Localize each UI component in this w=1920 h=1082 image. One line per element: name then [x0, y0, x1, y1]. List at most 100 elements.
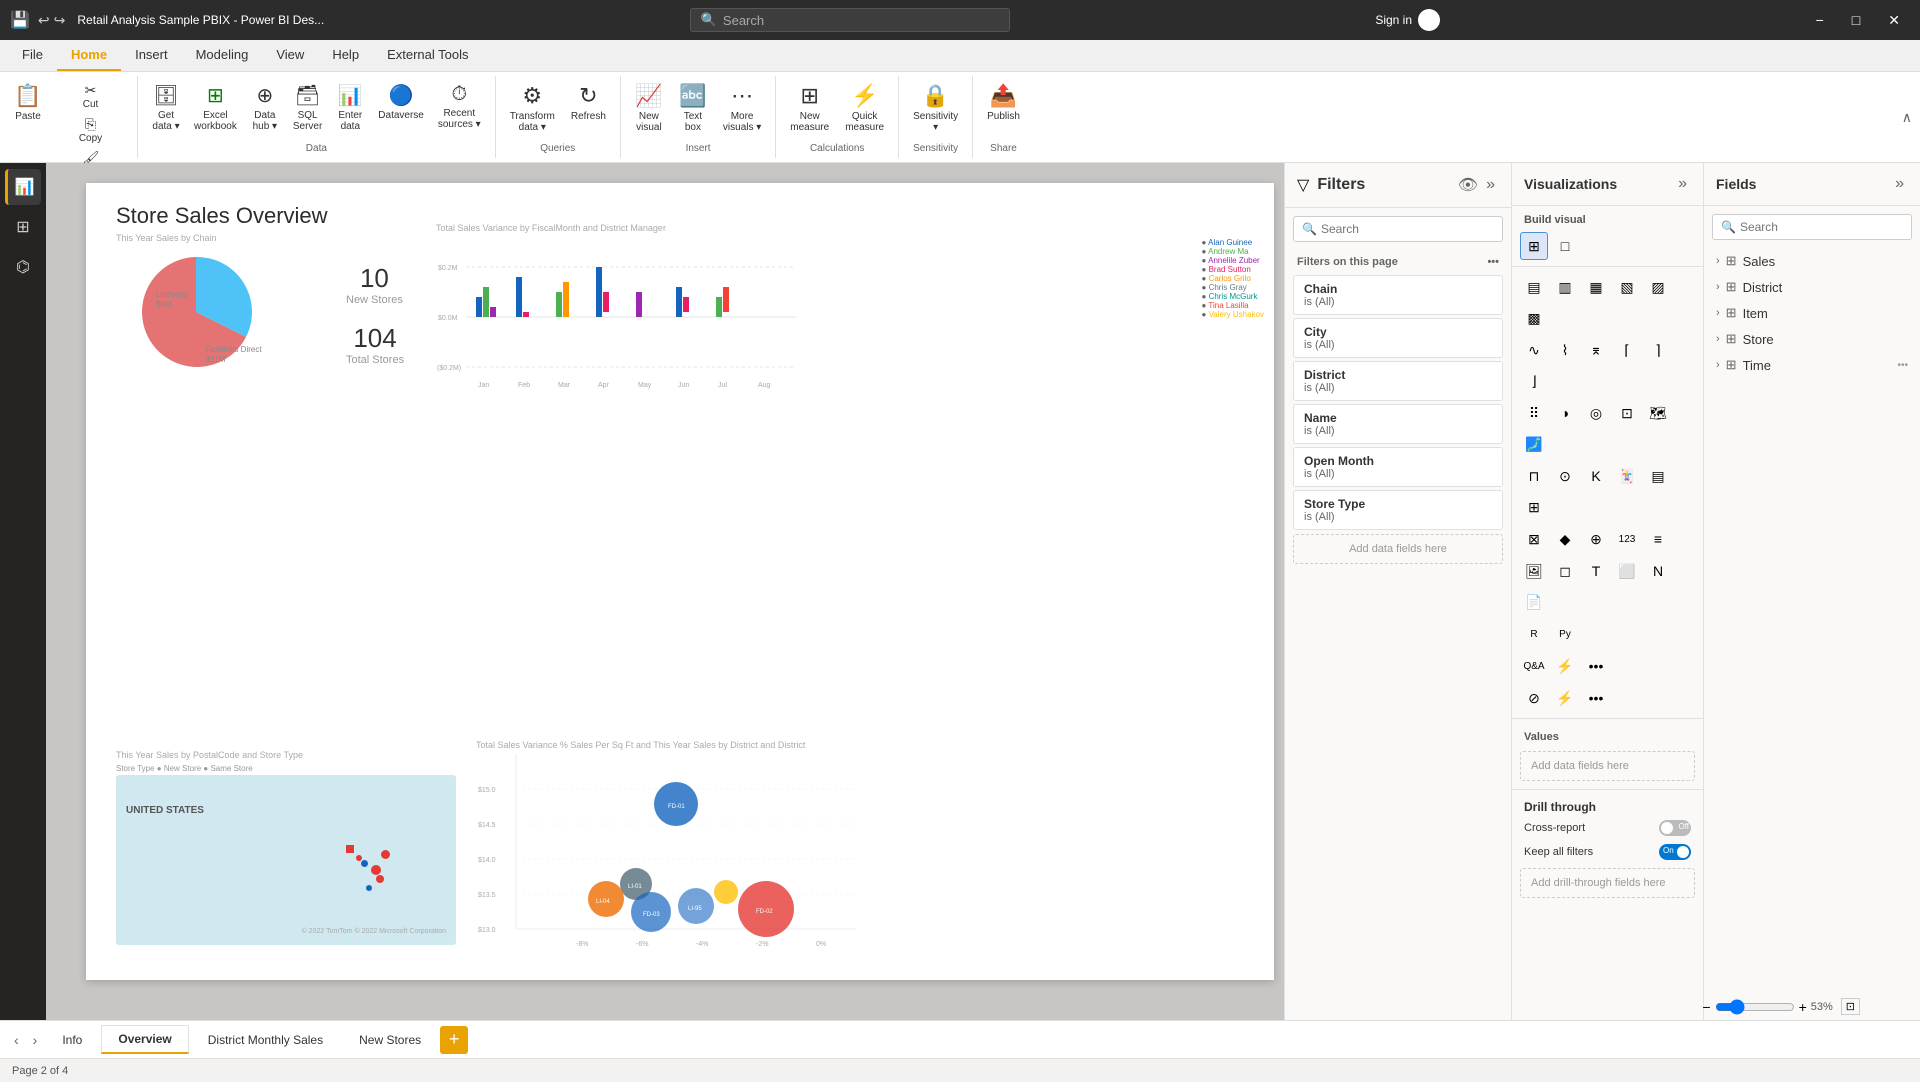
fields-search-input[interactable] — [1740, 220, 1903, 234]
viz-clustered-col[interactable]: ▨ — [1644, 273, 1672, 301]
zoom-in-button[interactable]: + — [1799, 999, 1807, 1015]
viz-scatter[interactable]: ⠿ — [1520, 399, 1548, 427]
filters-search-input[interactable] — [1321, 222, 1494, 236]
fit-page-button[interactable]: ⊡ — [1841, 998, 1860, 1015]
nav-data-icon[interactable]: ⊞ — [5, 209, 41, 245]
viz-multirow-card[interactable]: ▤ — [1644, 462, 1672, 490]
publish-button[interactable]: 📤 Publish — [981, 80, 1026, 140]
viz-collapse-button[interactable]: » — [1674, 173, 1691, 195]
redo-icon[interactable]: ↪ — [54, 12, 66, 29]
viz-123[interactable]: 123 — [1613, 525, 1641, 553]
viz-kpi[interactable]: K — [1582, 462, 1610, 490]
viz-slicer[interactable]: ≡ — [1644, 525, 1672, 553]
viz-r-visual[interactable]: R — [1520, 620, 1548, 648]
data-hub-button[interactable]: ⊕ Datahub ▾ — [245, 80, 285, 140]
viz-waterfall[interactable]: ⌋ — [1520, 367, 1548, 395]
copy-button[interactable]: ⎘ Copy — [52, 114, 129, 146]
ribbon-collapse[interactable]: ∧ — [1902, 76, 1920, 158]
viz-type-card[interactable]: □ — [1551, 232, 1579, 260]
viz-shape[interactable]: ◻ — [1551, 557, 1579, 585]
new-measure-button[interactable]: ⊞ Newmeasure — [784, 80, 835, 140]
viz-analytics[interactable]: ⚡ — [1551, 684, 1579, 712]
excel-workbook-button[interactable]: ⊞ Excelworkbook — [188, 80, 243, 140]
more-visuals-button[interactable]: ⋯ Morevisuals ▾ — [717, 80, 767, 140]
text-box-button[interactable]: 🔤 Textbox — [673, 80, 713, 140]
page-tab-overview[interactable]: Overview — [101, 1025, 188, 1054]
undo-icon[interactable]: ↩ — [38, 12, 50, 29]
page-tab-district[interactable]: District Monthly Sales — [191, 1026, 340, 1054]
viz-text-box[interactable]: T — [1582, 557, 1610, 585]
add-page-button[interactable]: + — [440, 1026, 468, 1054]
field-item-district[interactable]: › ⊞ District — [1704, 274, 1920, 300]
keep-filters-toggle[interactable]: On — [1659, 844, 1691, 860]
map-container[interactable]: This Year Sales by PostalCode and Store … — [116, 750, 456, 950]
bubble-chart-container[interactable]: Total Sales Variance % Sales Per Sq Ft a… — [476, 740, 1264, 960]
viz-decomp[interactable]: ⊕ — [1582, 525, 1610, 553]
page-tab-info[interactable]: Info — [45, 1026, 99, 1054]
tab-modeling[interactable]: Modeling — [182, 40, 263, 71]
field-item-item[interactable]: › ⊞ Item — [1704, 300, 1920, 326]
filter-item-name[interactable]: Name is (All) — [1293, 404, 1503, 444]
field-item-time[interactable]: › ⊞ Time ••• — [1704, 352, 1920, 378]
viz-data-field-options[interactable]: ••• — [1582, 684, 1610, 712]
viz-line-col[interactable]: ⌈ — [1613, 336, 1641, 364]
quick-measure-button[interactable]: ⚡ Quickmeasure — [839, 80, 890, 140]
cross-report-toggle[interactable]: Off — [1659, 820, 1691, 836]
zoom-slider[interactable] — [1715, 999, 1795, 1015]
tab-view[interactable]: View — [262, 40, 318, 71]
viz-python[interactable]: Py — [1551, 620, 1579, 648]
viz-pie[interactable]: ◑ — [1551, 399, 1579, 427]
viz-treemap[interactable]: ⊡ — [1613, 399, 1641, 427]
viz-stacked-area[interactable]: ⌆ — [1582, 336, 1610, 364]
viz-anomaly[interactable]: ⚡ — [1551, 652, 1579, 680]
pie-chart-container[interactable]: This Year Sales by Chain Lindseys $6M Fa… — [116, 233, 316, 393]
minimize-button[interactable]: − — [1806, 8, 1834, 33]
field-item-sales[interactable]: › ⊞ Sales — [1704, 248, 1920, 274]
page-next-button[interactable]: › — [27, 1028, 44, 1052]
global-search[interactable]: 🔍 Search — [690, 8, 1010, 32]
viz-table-new[interactable]: ⊞ — [1520, 493, 1548, 521]
viz-image[interactable]: 🖼 — [1520, 557, 1548, 585]
page-prev-button[interactable]: ‹ — [8, 1028, 25, 1052]
user-avatar[interactable] — [1418, 9, 1440, 31]
viz-donut[interactable]: ◎ — [1582, 399, 1610, 427]
viz-100pct-bar[interactable]: ▦ — [1582, 273, 1610, 301]
filters-eye-button[interactable]: 👁 — [1454, 173, 1482, 197]
sql-server-button[interactable]: 🗃 SQLServer — [287, 80, 328, 140]
get-data-button[interactable]: 🗄 Getdata ▾ — [146, 80, 186, 140]
tab-help[interactable]: Help — [318, 40, 373, 71]
signin-label[interactable]: Sign in — [1375, 13, 1412, 27]
filter-item-city[interactable]: City is (All) — [1293, 318, 1503, 358]
enter-data-button[interactable]: 📊 Enterdata — [330, 80, 370, 140]
viz-100pct-col[interactable]: ▩ — [1520, 304, 1548, 332]
recent-sources-button[interactable]: ⏱ Recentsources ▾ — [432, 80, 487, 140]
filter-item-open-month[interactable]: Open Month is (All) — [1293, 447, 1503, 487]
filter-item-district[interactable]: District is (All) — [1293, 361, 1503, 401]
filters-more-icon[interactable]: ••• — [1487, 256, 1499, 268]
refresh-button[interactable]: ↻ Refresh — [565, 80, 612, 140]
bar-chart-container[interactable]: Total Sales Variance by FiscalMonth and … — [436, 223, 1264, 423]
tab-insert[interactable]: Insert — [121, 40, 182, 71]
viz-stacked-col[interactable]: ▧ — [1613, 273, 1641, 301]
filter-item-store-type[interactable]: Store Type is (All) — [1293, 490, 1503, 530]
viz-area[interactable]: ⌇ — [1551, 336, 1579, 364]
field-item-store[interactable]: › ⊞ Store — [1704, 326, 1920, 352]
new-visual-button[interactable]: 📈 Newvisual — [629, 80, 669, 140]
tab-home[interactable]: Home — [57, 40, 121, 71]
viz-qa[interactable]: Q&A — [1520, 652, 1548, 680]
cut-button[interactable]: ✂ Cut — [52, 80, 129, 112]
viz-type-table[interactable]: ⊞ — [1520, 232, 1548, 260]
viz-line[interactable]: ∿ — [1520, 336, 1548, 364]
nav-report-icon[interactable]: 📊 — [5, 169, 41, 205]
transform-data-button[interactable]: ⚙ Transformdata ▾ — [504, 80, 561, 140]
field-more-time[interactable]: ••• — [1897, 360, 1908, 371]
viz-ribbon[interactable]: ⌉ — [1644, 336, 1672, 364]
viz-azure-map[interactable]: ◆ — [1551, 525, 1579, 553]
fields-expand-button[interactable]: » — [1891, 173, 1908, 195]
filter-item-chain[interactable]: Chain is (All) — [1293, 275, 1503, 315]
viz-filled-map[interactable]: 🗾 — [1520, 430, 1548, 458]
paste-button[interactable]: 📋 Paste — [8, 80, 48, 148]
filters-collapse-button[interactable]: » — [1482, 174, 1499, 196]
zoom-out-button[interactable]: − — [1702, 999, 1710, 1015]
nav-model-icon[interactable]: ⌬ — [5, 249, 41, 285]
